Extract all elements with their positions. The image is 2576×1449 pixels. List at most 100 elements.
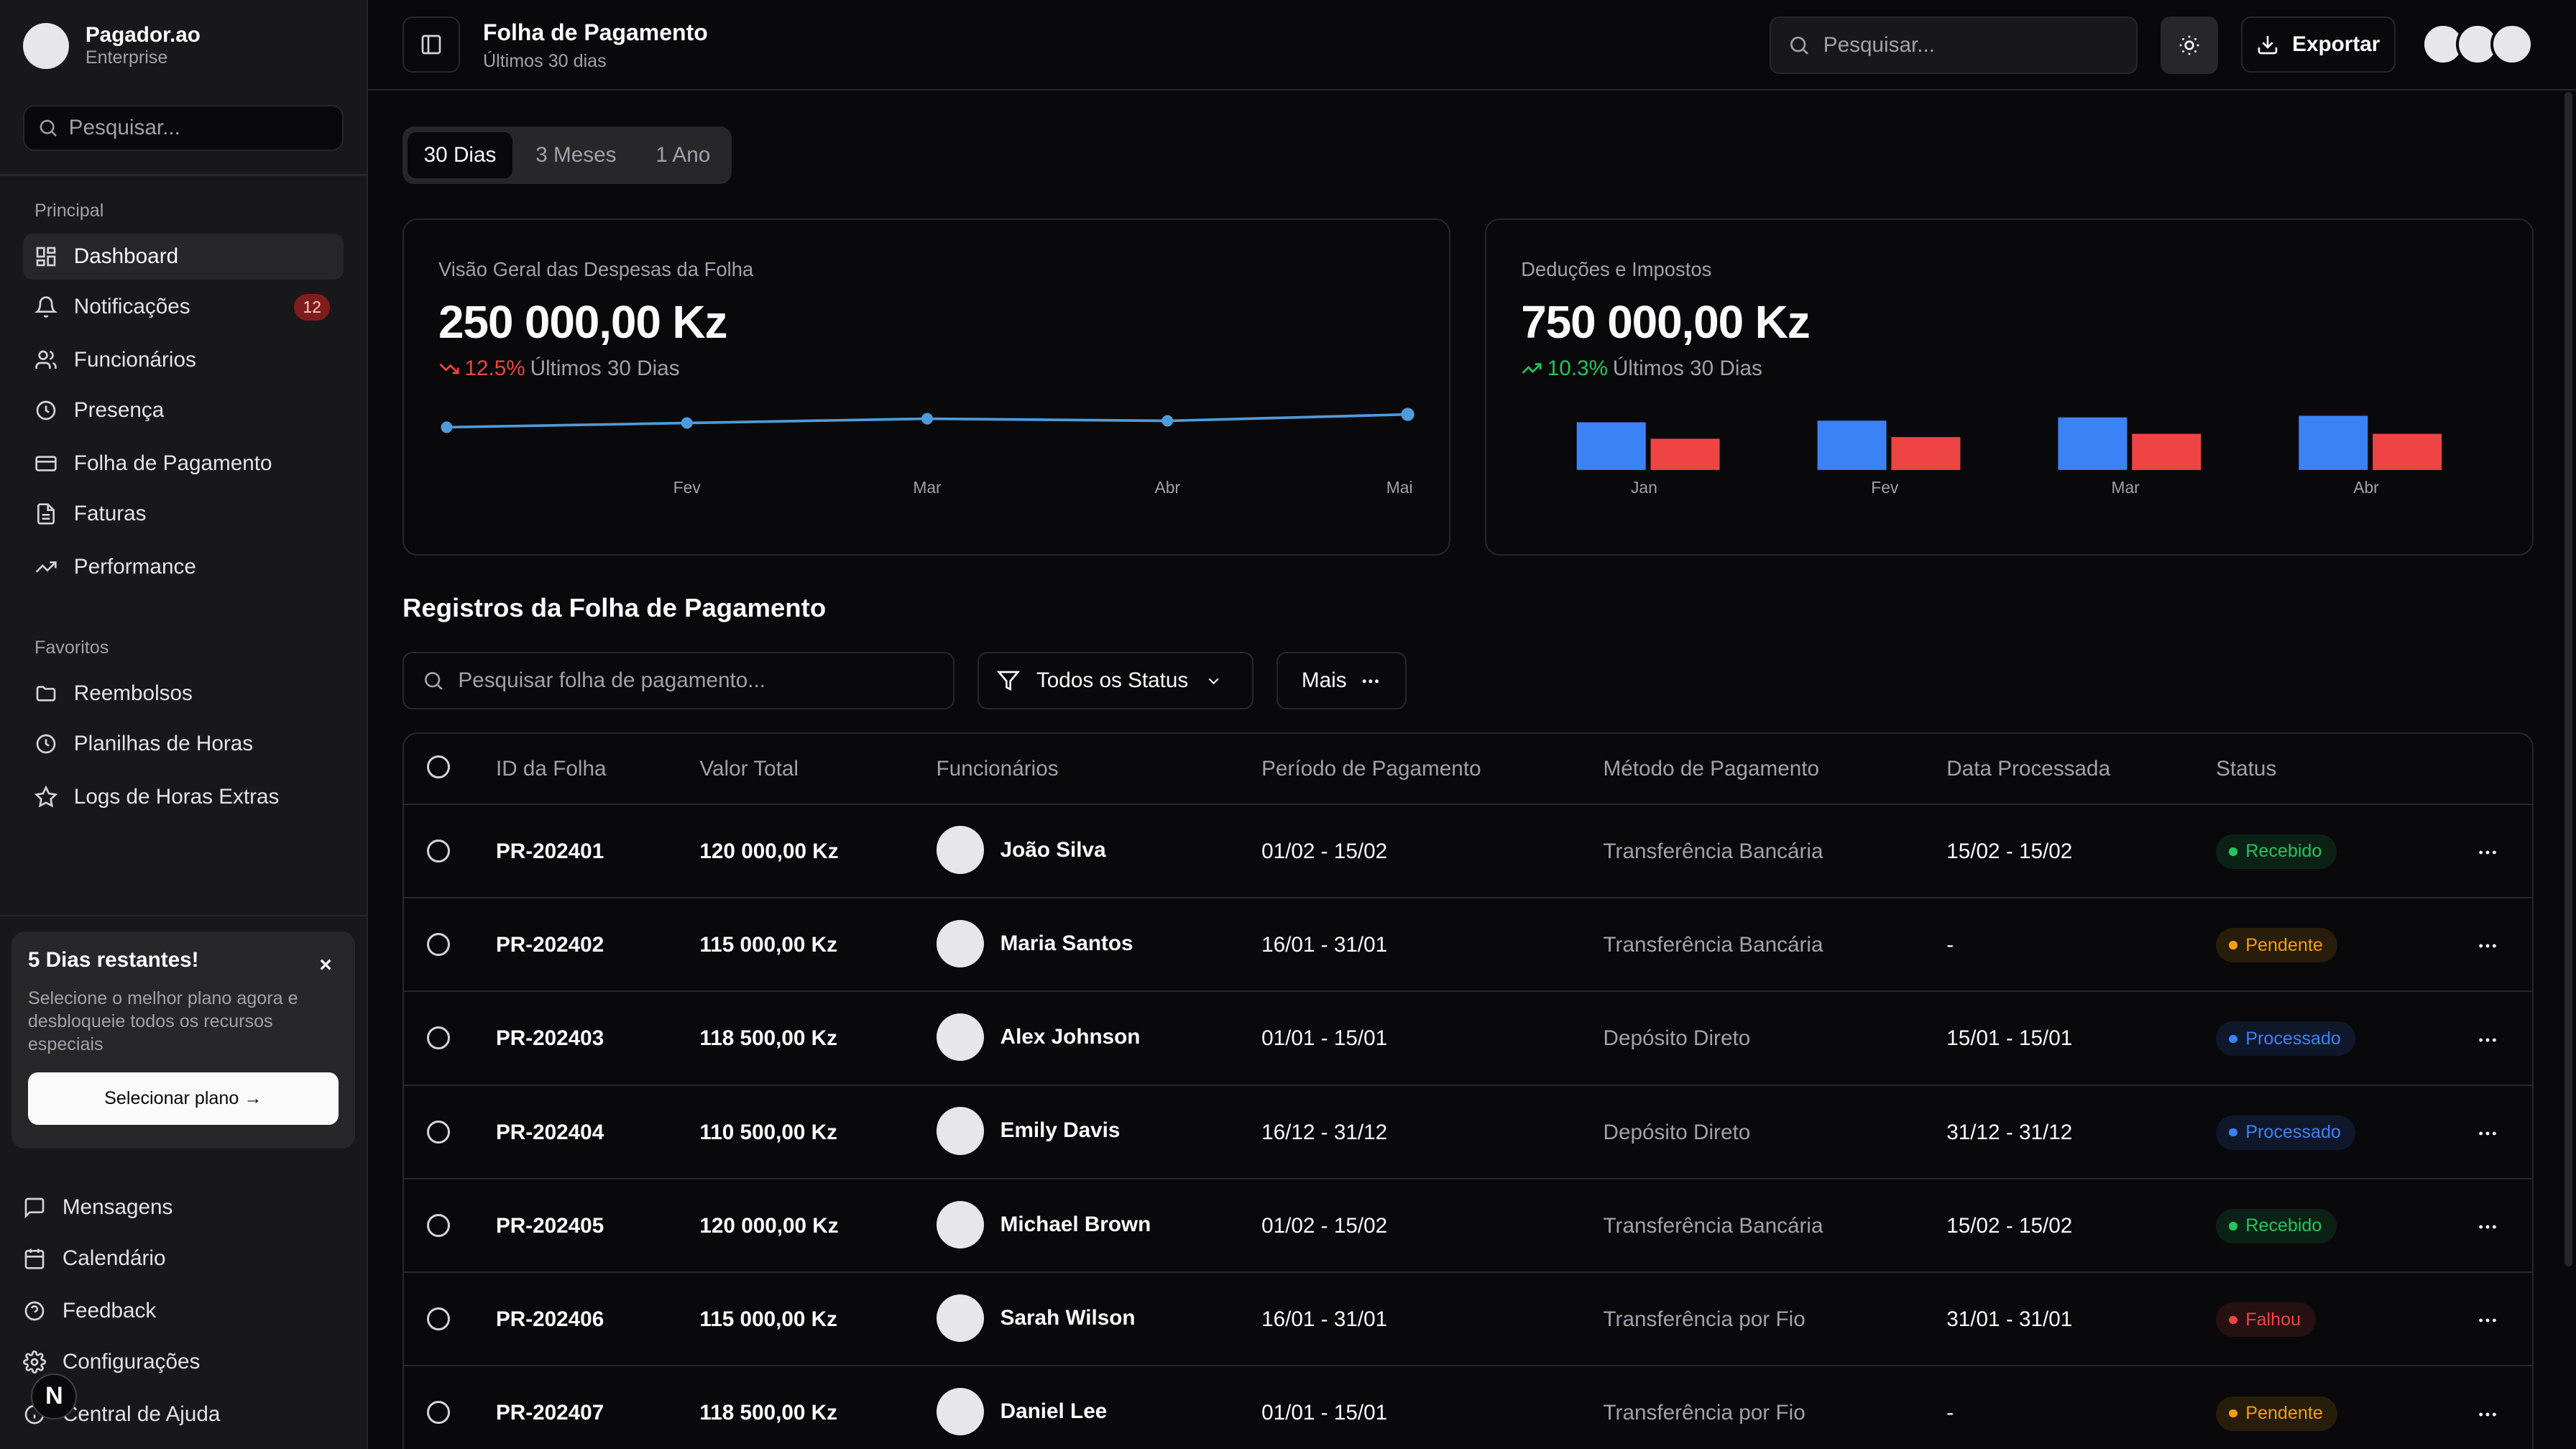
row-menu-button[interactable] (2476, 1403, 2499, 1426)
x-tick-label: Abr (2353, 477, 2379, 496)
status-dot (2229, 847, 2237, 856)
select-all-radio[interactable] (426, 755, 450, 779)
data-point (681, 417, 693, 429)
x-tick-label: Mar (913, 477, 942, 496)
sidebar-search[interactable] (22, 105, 344, 152)
x-tick-label: Fev (673, 477, 702, 496)
records-search[interactable] (402, 652, 954, 710)
payroll-id: PR-202401 (495, 839, 604, 863)
ellipsis-icon (2476, 1215, 2499, 1238)
row-menu-button[interactable] (2476, 1029, 2499, 1052)
pay-period: 16/01 - 31/01 (1261, 1307, 1388, 1332)
sidebar-item-reimbursements[interactable]: Reembolsos (23, 671, 344, 717)
sidebar-item-employees[interactable]: Funcionários (23, 337, 344, 383)
section-label-favorites: Favoritos (34, 637, 109, 658)
row-menu-button[interactable] (2476, 1122, 2499, 1145)
theme-toggle-button[interactable] (2160, 16, 2218, 74)
sidebar-item-label: Presença (73, 398, 165, 423)
sidebar-item-label: Mensagens (62, 1195, 173, 1219)
more-button[interactable]: Mais (1276, 652, 1407, 710)
table-row[interactable]: PR-202403 118 500,00 Kz Alex Johnson 01/01 … (403, 992, 2532, 1086)
status-label: Falhou (2245, 1309, 2301, 1330)
sidebar-item-label: Logs de Horas Extras (73, 784, 280, 809)
select-plan-button[interactable]: Selecionar plano → (27, 1072, 339, 1126)
header-search[interactable] (1769, 16, 2138, 74)
sidebar-item-dashboard[interactable]: Dashboard (22, 233, 344, 280)
sidebar-item-timesheets[interactable]: Planilhas de Horas (23, 721, 344, 767)
column-header: Método de Pagamento (1603, 757, 1820, 781)
row-select-radio[interactable] (426, 1120, 450, 1144)
payroll-id: PR-202406 (495, 1307, 604, 1332)
employee: Emily Davis (936, 1107, 1120, 1155)
row-menu-button[interactable] (2476, 841, 2499, 864)
status-label: Pendente (2245, 934, 2323, 955)
avatar[interactable] (2490, 22, 2534, 66)
avatar (936, 826, 984, 874)
sidebar-item-messages[interactable]: Mensagens (23, 1191, 172, 1224)
row-select-radio[interactable] (426, 1026, 450, 1050)
row-select-radio[interactable] (426, 1213, 450, 1237)
ellipsis-icon (2476, 934, 2499, 957)
processed-date: - (1946, 1401, 1954, 1425)
bar (1576, 422, 1646, 470)
table-row[interactable]: PR-202405 120 000,00 Kz Michael Brown 01/02… (403, 1179, 2532, 1274)
close-icon[interactable]: × (319, 953, 331, 978)
sidebar-search-input[interactable] (68, 116, 332, 141)
row-select-radio[interactable] (426, 839, 450, 862)
trial-card: 5 Dias restantes! × Selecione o melhor p… (11, 931, 355, 1149)
avatar (936, 1107, 984, 1155)
trial-title: 5 Dias restantes! (27, 947, 199, 972)
table-row[interactable]: PR-202406 115 000,00 Kz Sarah Wilson 16/01 … (403, 1273, 2532, 1367)
row-menu-button[interactable] (2476, 1309, 2499, 1332)
sidebar-item-label: Funcionários (73, 347, 196, 372)
expenses-line-chart: Fev Mar Abr Mai (441, 408, 1414, 496)
tab-1-year[interactable]: 1 Ano (639, 132, 727, 178)
sidebar-item-payroll[interactable]: Folha de Pagamento (23, 441, 344, 487)
payment-method: Depósito Direto (1603, 1026, 1751, 1051)
row-menu-button[interactable] (2476, 934, 2499, 957)
pay-period: 16/12 - 31/12 (1261, 1120, 1388, 1144)
total-value: 110 500,00 Kz (699, 1120, 837, 1144)
row-menu-button[interactable] (2476, 1215, 2499, 1238)
tab-3-months[interactable]: 3 Meses (519, 132, 632, 178)
range-tabs: 30 Dias 3 Meses 1 Ano (402, 126, 732, 184)
header-search-input[interactable] (1823, 32, 2120, 58)
status-filter-dropdown[interactable]: Todos os Status (977, 652, 1254, 710)
credit-card-icon (34, 452, 58, 475)
page-title: Folha de Pagamento (482, 19, 708, 46)
sidebar-item-label: Configurações (62, 1349, 201, 1374)
records-search-input[interactable] (458, 668, 935, 694)
sidebar-item-overtime-logs[interactable]: Logs de Horas Extras (23, 774, 344, 820)
message-icon (23, 1196, 46, 1219)
employee-name: Maria Santos (1000, 931, 1133, 955)
sidebar-toggle-button[interactable] (402, 16, 460, 73)
pay-period: 01/02 - 15/02 (1261, 839, 1388, 863)
assistant-bubble[interactable]: N (31, 1373, 78, 1420)
sidebar-item-calendar[interactable]: Calendário (23, 1242, 165, 1275)
sidebar-item-performance[interactable]: Performance (23, 544, 344, 590)
row-select-radio[interactable] (426, 1307, 450, 1331)
x-tick-label: Fev (1871, 477, 1899, 496)
top-bar: Folha de Pagamento Últimos 30 dias Expor… (367, 0, 2576, 91)
trial-description: Selecione o melhor plano agora e desbloq… (27, 988, 298, 1055)
row-select-radio[interactable] (426, 1401, 450, 1425)
row-select-radio[interactable] (426, 932, 450, 956)
sidebar-item-feedback[interactable]: Feedback (23, 1294, 156, 1328)
sidebar-item-invoices[interactable]: Faturas (23, 491, 344, 537)
card-trend: 12.5% Últimos 30 Dias (438, 356, 680, 381)
tab-30-days[interactable]: 30 Dias (407, 132, 513, 178)
bar (1650, 438, 1720, 470)
export-button[interactable]: Exportar (2240, 16, 2396, 73)
brand[interactable]: Pagador.ao Enterprise (22, 22, 201, 69)
sidebar-item-notifications[interactable]: Notificações 12 (23, 284, 344, 330)
table-row[interactable]: PR-202402 115 000,00 Kz Maria Santos 16/01 … (403, 898, 2532, 993)
table-row[interactable]: PR-202404 110 500,00 Kz Emily Davis 16/12 -… (403, 1086, 2532, 1179)
total-value: 115 000,00 Kz (699, 1307, 837, 1332)
sidebar-item-label: Dashboard (73, 244, 179, 268)
brand-name: Pagador.ao (85, 22, 201, 47)
table-row[interactable]: PR-202407 118 500,00 Kz Daniel Lee 01/01 - … (404, 1366, 2532, 1449)
table-row[interactable]: PR-202401 120 000,00 Kz João Silva 01/02 - … (403, 805, 2532, 898)
status-dot (2229, 1034, 2237, 1044)
sidebar-item-attendance[interactable]: Presença (23, 387, 344, 433)
scrollbar[interactable] (2564, 91, 2573, 1267)
